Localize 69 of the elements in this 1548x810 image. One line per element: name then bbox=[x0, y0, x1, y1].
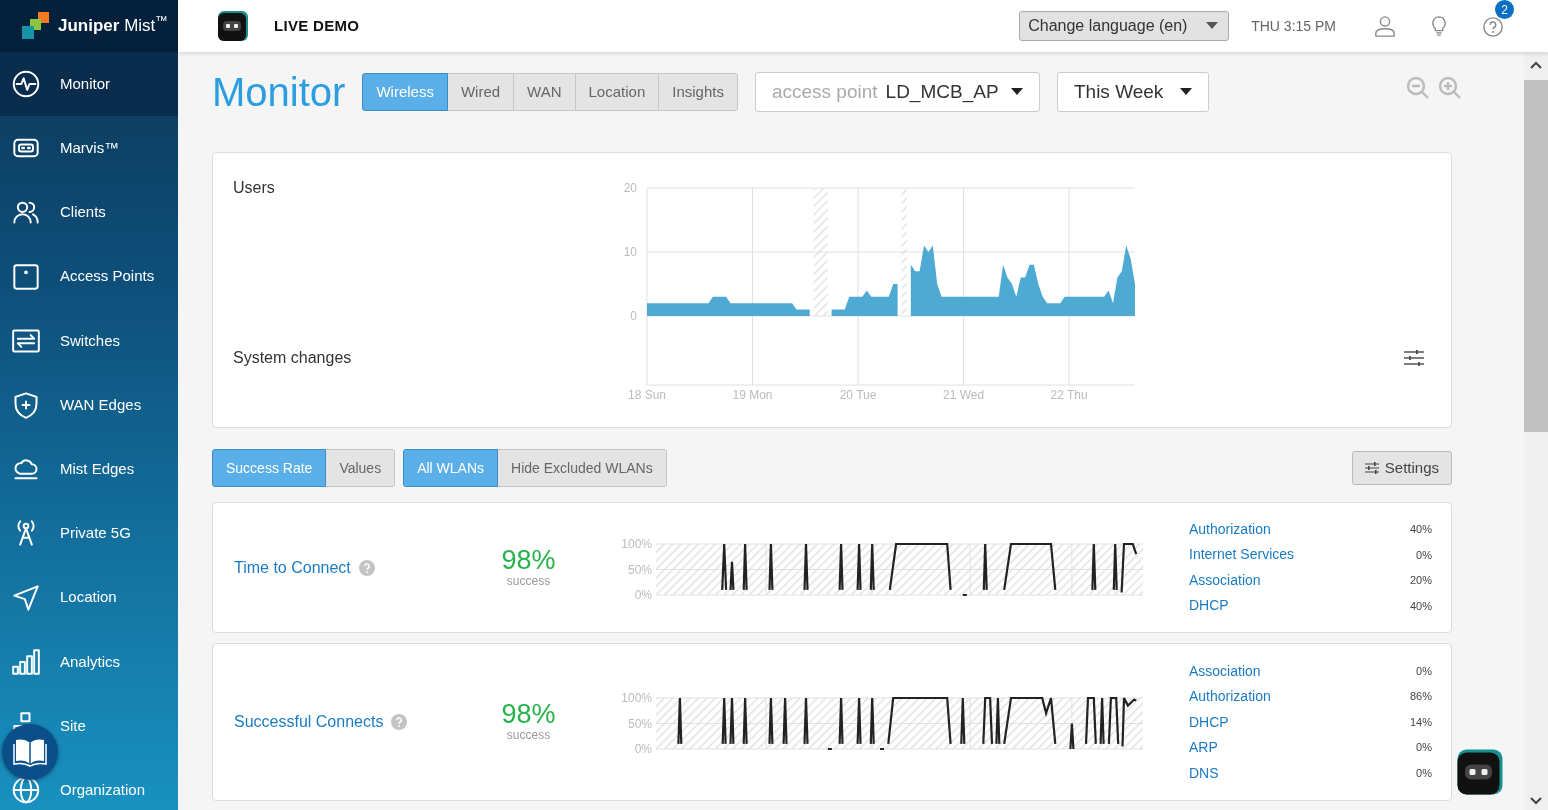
classifier-value: 0% bbox=[1416, 740, 1432, 756]
axis-label: 19 Mon bbox=[732, 388, 773, 402]
sidebar-item[interactable]: Analytics bbox=[0, 629, 178, 694]
metric-link[interactable]: Time to Connect bbox=[234, 555, 351, 580]
classifier-link[interactable]: ARP bbox=[1189, 737, 1218, 758]
sidebar-item[interactable]: Organization bbox=[0, 758, 178, 810]
classifier-link[interactable]: Authorization bbox=[1189, 518, 1271, 540]
axis-label: 50% bbox=[627, 716, 652, 731]
axis-label: 0% bbox=[634, 742, 652, 756]
classifier-value: 0% bbox=[1416, 765, 1432, 781]
classifier-link[interactable]: Association bbox=[1189, 660, 1261, 682]
axis-label: 10 bbox=[623, 245, 637, 259]
axis-label: 22 Thu bbox=[1050, 388, 1088, 402]
success-rate-value: 98% bbox=[501, 701, 556, 729]
classifier-value: 86% bbox=[1409, 689, 1432, 705]
sidebar-item[interactable]: Access Points bbox=[0, 244, 178, 309]
success-caption: success bbox=[506, 573, 551, 589]
axis-label: 18 Sun bbox=[628, 388, 666, 402]
axis-label: 21 Wed bbox=[942, 388, 985, 402]
sidebar-item[interactable]: WAN Edges bbox=[0, 372, 178, 438]
settings-button[interactable]: Settings bbox=[1351, 451, 1452, 485]
classifier-link[interactable]: DHCP bbox=[1189, 595, 1229, 617]
success-caption: success bbox=[506, 728, 551, 743]
view-tab[interactable]: Location bbox=[574, 73, 660, 111]
toggle-option[interactable]: All WLANs bbox=[403, 449, 499, 487]
page-heading: LIVE DEMO bbox=[274, 15, 360, 36]
classifier-link[interactable]: DHCP bbox=[1189, 711, 1229, 733]
axis-label: 20 bbox=[623, 181, 637, 195]
toggle-option[interactable]: Hide Excluded WLANs bbox=[497, 449, 667, 487]
classifier-link[interactable]: Authorization bbox=[1189, 686, 1271, 707]
language-dropdown[interactable]: Change language (en) bbox=[1019, 11, 1230, 41]
view-tab[interactable]: WAN bbox=[513, 73, 576, 111]
classifier-link[interactable]: DNS bbox=[1189, 762, 1219, 784]
classifier-link[interactable]: Internet Services bbox=[1189, 544, 1295, 566]
success-rate-value: 98% bbox=[501, 546, 556, 574]
axis-label: 50% bbox=[627, 562, 652, 576]
sidebar-item[interactable]: Monitor bbox=[0, 52, 178, 117]
metric-link[interactable]: Successful Connects bbox=[234, 710, 384, 734]
axis-label: 0% bbox=[634, 587, 652, 602]
brand-logo-text: Juniper Mist$^{™}$ bbox=[58, 13, 169, 38]
classifier-link[interactable]: Association bbox=[1189, 569, 1261, 591]
device-dropdown[interactable]: access point LD_MCB_AP bbox=[754, 72, 1040, 112]
axis-label: 20 Tue bbox=[839, 388, 877, 402]
sidebar-item[interactable]: Clients bbox=[0, 180, 178, 245]
view-tab[interactable]: Wireless bbox=[362, 73, 448, 111]
classifier-value: 40% bbox=[1409, 522, 1432, 537]
axis-label: 0 bbox=[630, 309, 637, 323]
view-tab[interactable]: Insights bbox=[658, 73, 738, 111]
classifier-value: 20% bbox=[1409, 573, 1432, 588]
sidebar-item[interactable]: Location bbox=[0, 565, 178, 630]
sidebar-item[interactable]: Switches bbox=[0, 308, 178, 373]
chart-title: Users bbox=[233, 178, 276, 198]
classifier-value: 14% bbox=[1409, 714, 1432, 730]
period-dropdown[interactable]: This Week bbox=[1056, 72, 1209, 112]
toggle-option[interactable]: Success Rate bbox=[212, 449, 327, 487]
page-title: Monitor bbox=[212, 72, 346, 112]
toggle-option[interactable]: Values bbox=[325, 449, 396, 487]
view-tab[interactable]: Wired bbox=[446, 73, 515, 111]
classifier-value: 0% bbox=[1416, 547, 1432, 563]
classifier-value: 40% bbox=[1409, 598, 1432, 614]
sidebar-item[interactable]: Private 5G bbox=[0, 501, 178, 566]
classifier-value: 0% bbox=[1416, 663, 1432, 679]
clock-text: THU 3:15 PM bbox=[1251, 16, 1336, 36]
notification-badge: 2 bbox=[1495, 0, 1514, 19]
axis-label: 100% bbox=[621, 691, 652, 705]
axis-label: 100% bbox=[621, 536, 652, 551]
sidebar-item[interactable]: Marvis™ bbox=[0, 116, 178, 181]
system-changes-label: System changes bbox=[233, 348, 353, 368]
sidebar-item[interactable]: Mist Edges bbox=[0, 437, 178, 502]
